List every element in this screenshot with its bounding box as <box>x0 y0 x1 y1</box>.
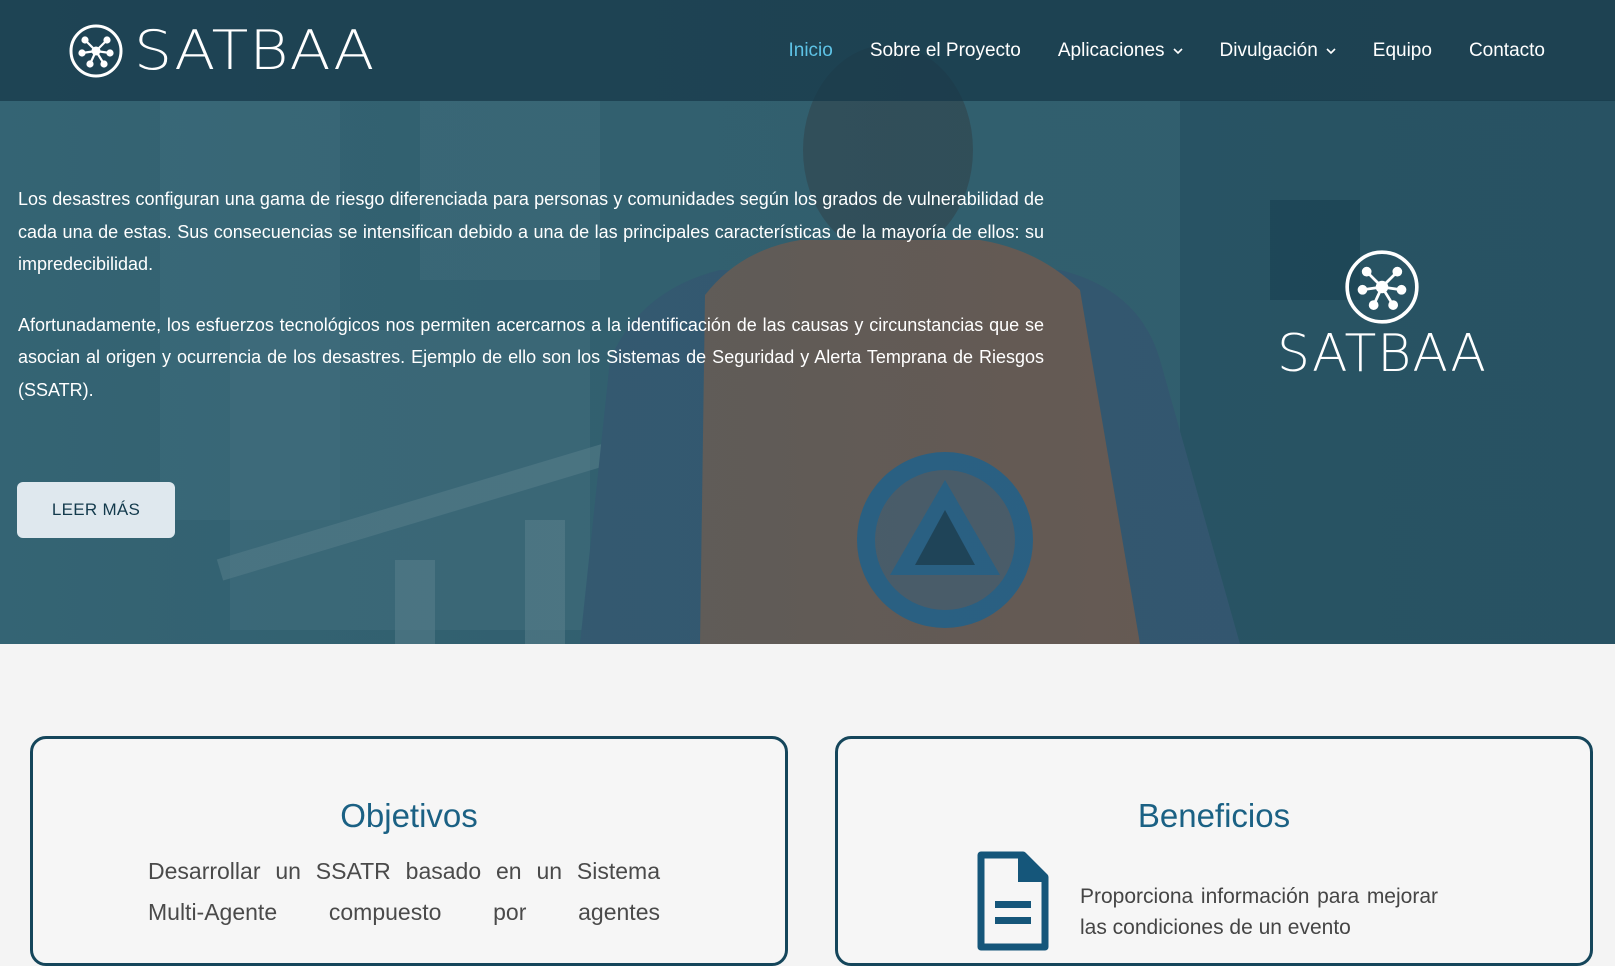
nav-item-label: Inicio <box>788 39 833 61</box>
nav-item-label: Contacto <box>1468 39 1545 61</box>
nav-item-label: Aplicaciones <box>1057 39 1165 61</box>
nav-item-aplicaciones[interactable]: Aplicaciones <box>1058 40 1183 62</box>
nav-item-label: Divulgación <box>1219 39 1318 61</box>
nav-item-sobre-el-proyecto[interactable]: Sobre el Proyecto <box>870 40 1021 62</box>
benefits-title: Beneficios <box>1137 797 1291 834</box>
benefits-text: Proporciona información para mejorar las… <box>1080 885 1438 939</box>
site-header: SATBAA Inicio Sobre el Proyecto Aplicaci… <box>0 0 1615 101</box>
hero-paragraph-1: Los desastres configuran una gama de rie… <box>18 189 1044 274</box>
hero-logo-wordmark: SATBAA <box>1277 324 1487 384</box>
nav-item-label: Equipo <box>1372 39 1432 61</box>
chevron-down-icon <box>1326 47 1336 54</box>
nav-item-inicio[interactable]: Inicio <box>788 40 832 62</box>
network-node-icon <box>1345 250 1419 324</box>
hero-paragraph-2: Afortunadamente, los esfuerzos tecnológi… <box>18 314 1044 400</box>
objectives-text: Desarrollar un SSATR basado en un Sistem… <box>148 858 660 925</box>
objectives-title: Objetivos <box>340 797 478 834</box>
nav-item-label: Sobre el Proyecto <box>869 39 1021 61</box>
nav-item-equipo[interactable]: Equipo <box>1373 40 1432 62</box>
document-icon <box>977 851 1049 951</box>
hero-logo: SATBAA <box>1272 248 1492 398</box>
hero-section: SATBAA Inicio Sobre el Proyecto Aplicaci… <box>0 0 1615 644</box>
hero-intro: Los desastres configuran una gama de rie… <box>18 183 1044 434</box>
nav-item-contacto[interactable]: Contacto <box>1469 40 1545 62</box>
nav-item-divulgacion[interactable]: Divulgación <box>1220 40 1336 62</box>
chevron-down-icon <box>1172 47 1183 54</box>
read-more-button[interactable]: LEER MÁS <box>17 482 175 538</box>
network-node-icon <box>69 24 123 78</box>
brand-wordmark: SATBAA <box>134 19 376 83</box>
brand-logo[interactable]: SATBAA <box>68 18 375 84</box>
main-nav: Inicio Sobre el Proyecto Aplicaciones Di… <box>788 0 1545 101</box>
